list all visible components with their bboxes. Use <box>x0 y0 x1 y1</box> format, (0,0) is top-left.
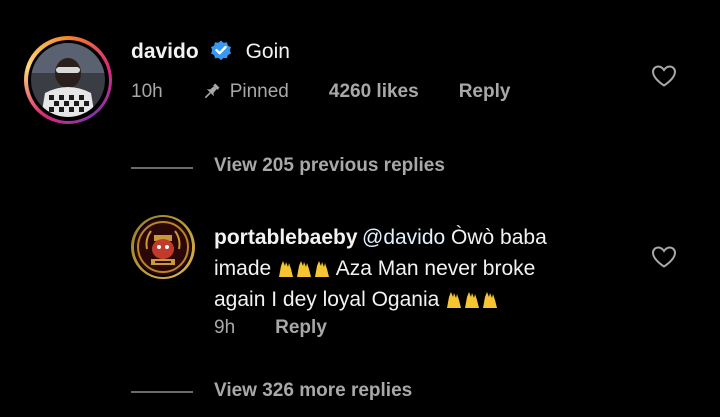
comment-username[interactable]: davido <box>131 40 199 63</box>
reply-text-line2-b: Aza Man never broke <box>331 257 536 280</box>
reply-text-line2-a: imade <box>214 257 278 280</box>
portablebaeby-avatar[interactable] <box>131 215 195 279</box>
davido-photo <box>31 43 105 117</box>
raising-hands-emoji <box>277 258 331 278</box>
reply-comment: portablebaeby @davido Òwò baba imade Aza… <box>214 223 634 316</box>
reply-time[interactable]: 9h <box>214 317 235 339</box>
davido-avatar[interactable] <box>24 36 112 124</box>
likes-count[interactable]: 4260 likes <box>329 81 419 103</box>
reply-mention[interactable]: @davido <box>362 226 445 249</box>
comment-time[interactable]: 10h <box>131 81 163 103</box>
pin-icon <box>201 82 221 102</box>
reply-button[interactable]: Reply <box>459 81 511 103</box>
heart-icon[interactable] <box>651 64 677 88</box>
reply-username[interactable]: portablebaeby <box>214 226 358 249</box>
verified-badge-icon <box>209 38 233 67</box>
reply-text-line3: again I dey loyal Ogania <box>214 288 446 311</box>
reply-reply-button[interactable]: Reply <box>275 317 327 339</box>
raising-hands-emoji <box>445 289 499 309</box>
replies-divider <box>131 167 193 169</box>
view-previous-replies-button[interactable]: View 205 previous replies <box>214 155 445 177</box>
reply-comment-meta: 9h Reply <box>214 317 327 339</box>
portablebaeby-photo <box>135 219 191 275</box>
pinned-label: Pinned <box>229 81 289 102</box>
comment-text: Goin <box>245 40 290 63</box>
main-comment: davido Goin <box>131 38 290 67</box>
reply-text-line1: Òwò baba <box>445 226 547 249</box>
heart-icon[interactable] <box>651 245 677 269</box>
more-replies-divider <box>131 391 193 393</box>
main-comment-meta: 10h Pinned 4260 likes Reply <box>131 81 510 103</box>
view-more-replies-button[interactable]: View 326 more replies <box>214 380 412 402</box>
